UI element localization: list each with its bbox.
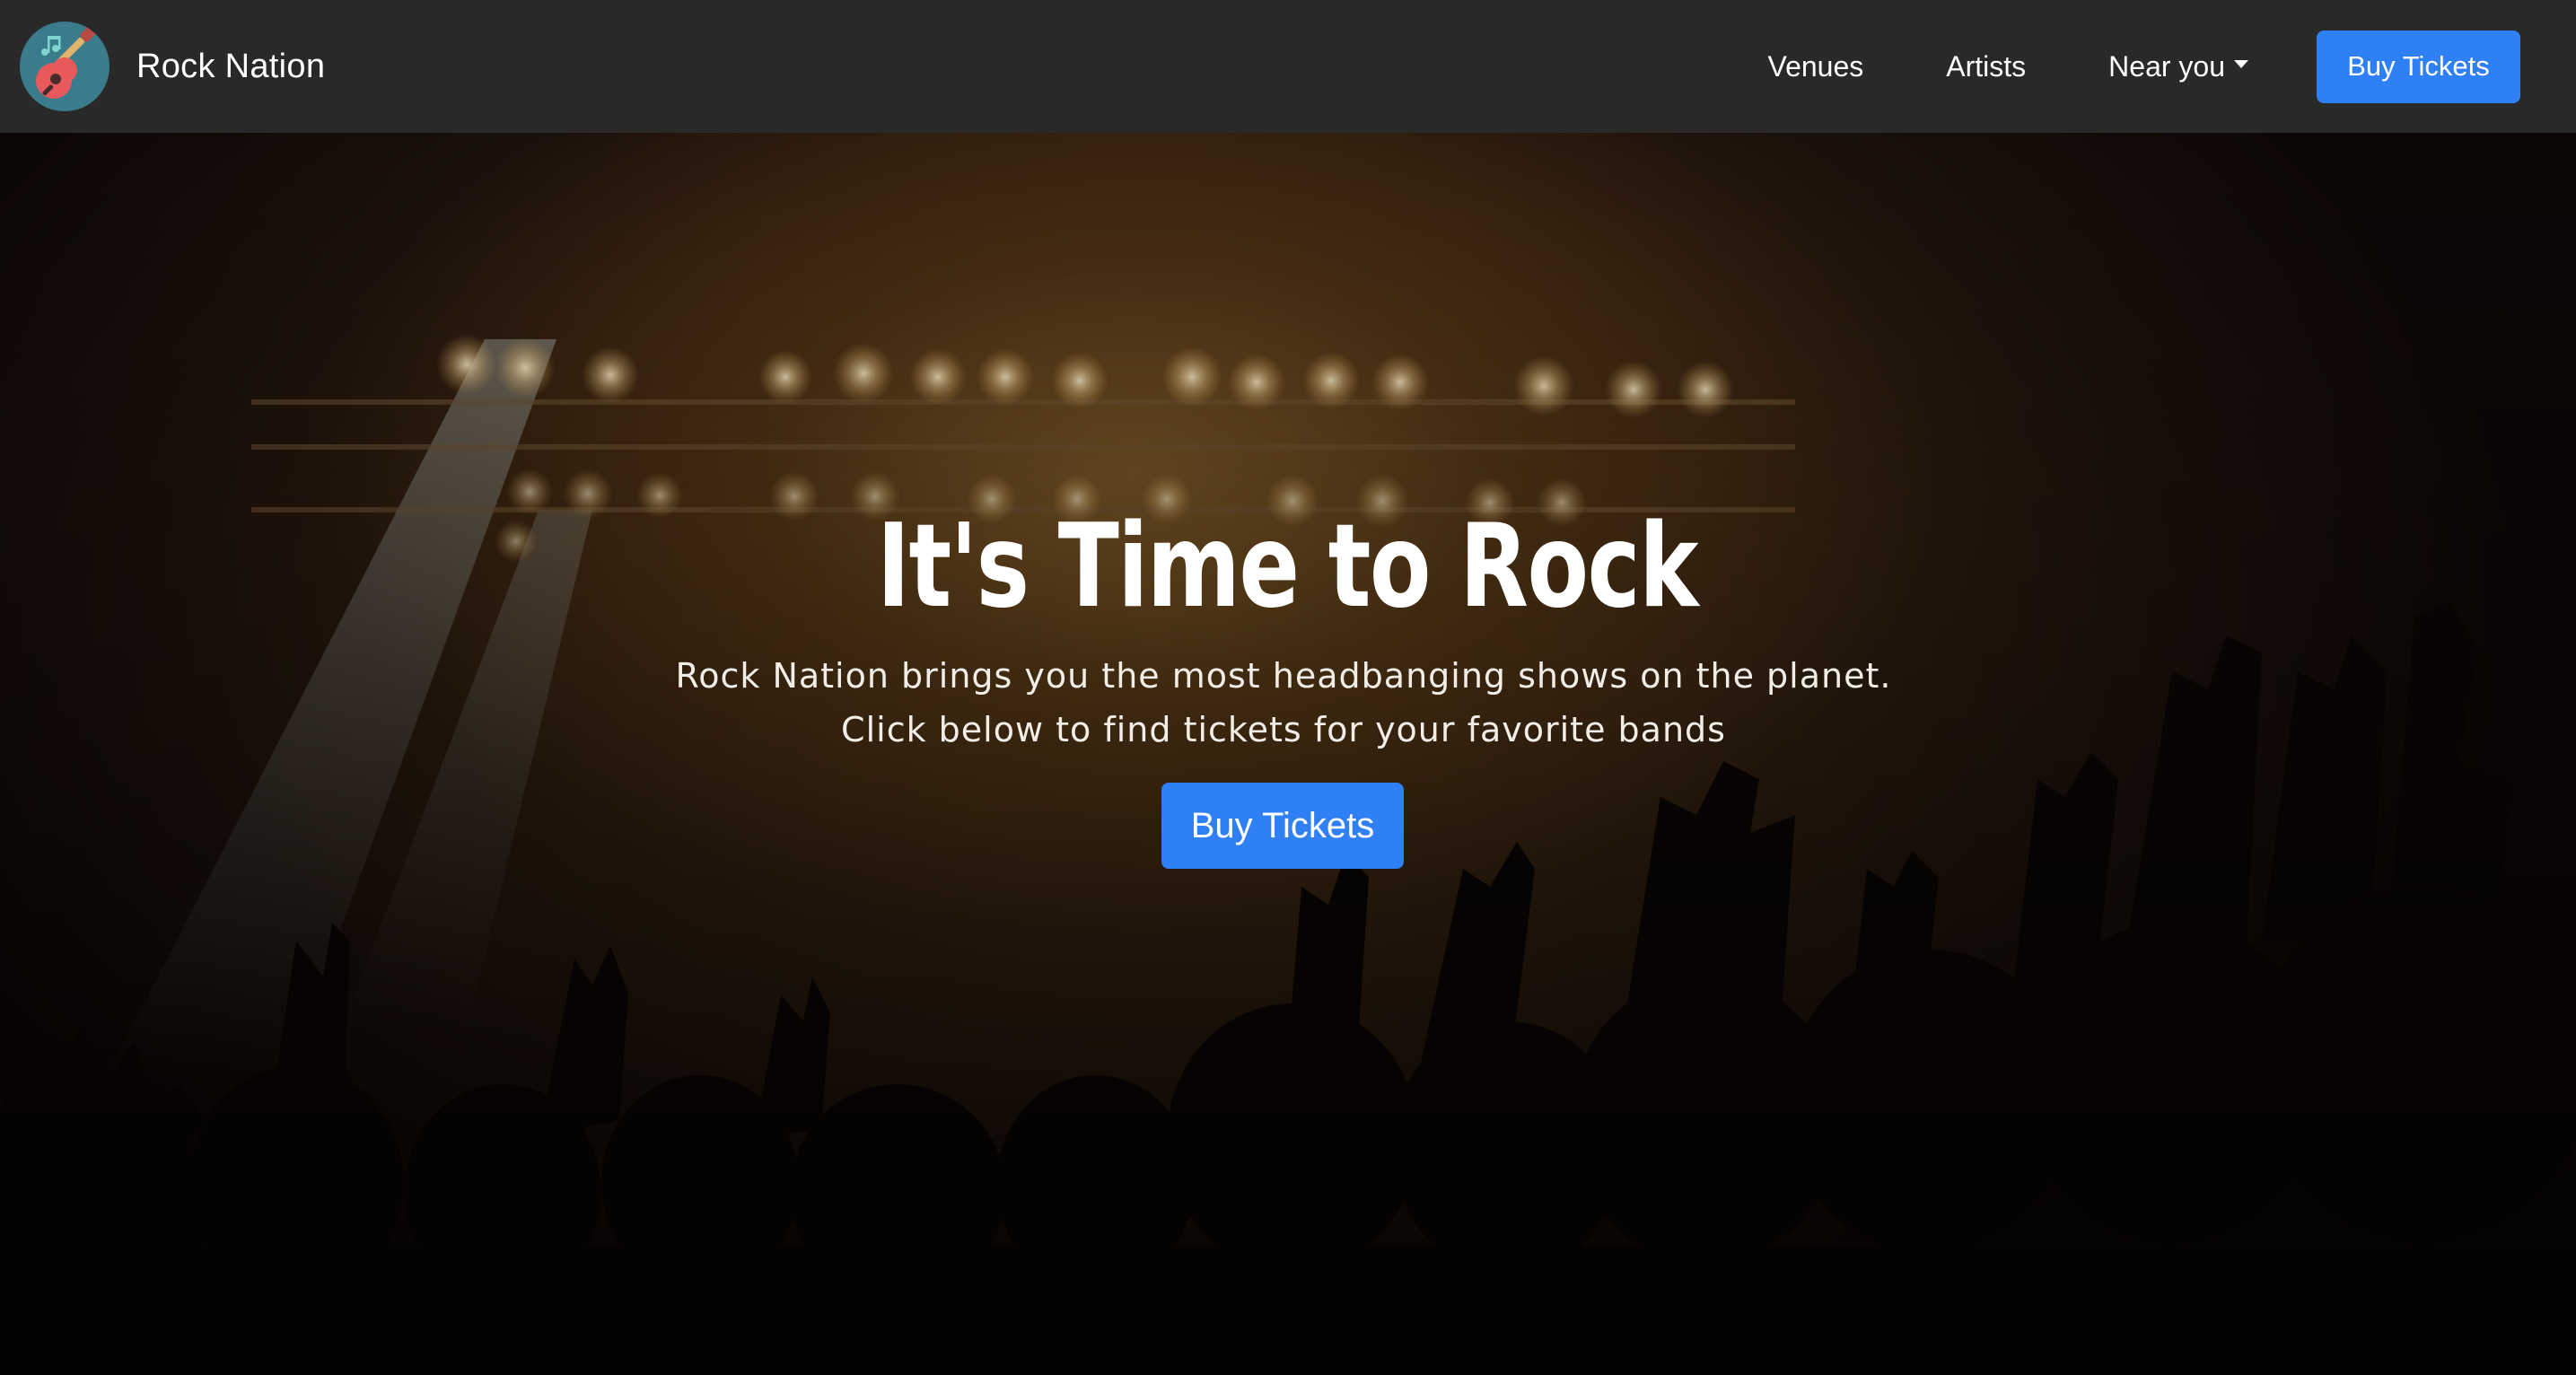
nav-dropdown-label: Near you [2108, 49, 2225, 83]
brand-name: Rock Nation [136, 47, 326, 85]
nav-links: Venues Artists Near you Buy Tickets [1768, 30, 2520, 103]
nav-link-venues[interactable]: Venues [1768, 50, 1864, 83]
caret-down-icon [2234, 59, 2248, 68]
nav-buy-tickets-button[interactable]: Buy Tickets [2317, 30, 2520, 103]
hero-subtitle: Rock Nation brings you the most headbang… [675, 656, 1892, 749]
brand-link[interactable]: Rock Nation [20, 22, 325, 111]
hero-title: It's Time to Rock [876, 500, 1699, 634]
hero-buy-tickets-button[interactable]: Buy Tickets [1161, 783, 1404, 869]
hero-section: It's Time to Rock Rock Nation brings you… [0, 133, 2576, 1375]
guitar-icon [20, 22, 110, 111]
navbar: Rock Nation Venues Artists Near you Buy … [0, 0, 2576, 133]
nav-link-artists[interactable]: Artists [1946, 50, 2026, 83]
nav-dropdown-near-you[interactable]: Near you [2108, 50, 2248, 83]
